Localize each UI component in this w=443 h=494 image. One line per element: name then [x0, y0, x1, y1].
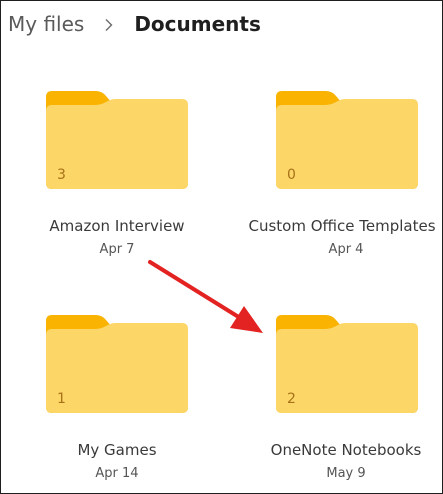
folder-date: May 9	[326, 466, 366, 481]
folder-name: Custom Office Templates	[248, 217, 436, 235]
folder-tile-amazon-interview[interactable]: 3 Amazon Interview Apr 7	[12, 91, 222, 281]
folder-icon: 3	[46, 91, 188, 189]
folder-name: My Games	[77, 441, 157, 459]
folder-item-count: 1	[57, 391, 66, 407]
folder-date: Apr 14	[95, 466, 139, 481]
folder-tile-my-games[interactable]: 1 My Games Apr 14	[12, 315, 222, 493]
folder-icon: 1	[46, 315, 188, 413]
chevron-right-icon	[102, 17, 116, 31]
folder-date: Apr 7	[99, 242, 135, 257]
folder-item-count: 2	[287, 391, 296, 407]
folder-tile-custom-office-templates[interactable]: 0 Custom Office Templates Apr 4	[241, 91, 442, 281]
breadcrumb-documents: Documents	[134, 12, 261, 36]
folder-item-count: 0	[287, 167, 296, 183]
folder-tile-onenote-notebooks[interactable]: 2 OneNote Notebooks May 9	[241, 315, 442, 493]
folder-icon: 0	[276, 91, 418, 189]
folder-date: Apr 4	[328, 242, 364, 257]
folder-icon: 2	[276, 315, 418, 413]
folder-name: OneNote Notebooks	[270, 441, 422, 459]
breadcrumb: My files Documents	[8, 9, 261, 39]
folder-item-count: 3	[57, 167, 66, 183]
folder-name: Amazon Interview	[49, 217, 185, 235]
breadcrumb-my-files[interactable]: My files	[8, 12, 84, 36]
file-browser: My files Documents 3 Amazon Interview Ap…	[0, 0, 443, 494]
